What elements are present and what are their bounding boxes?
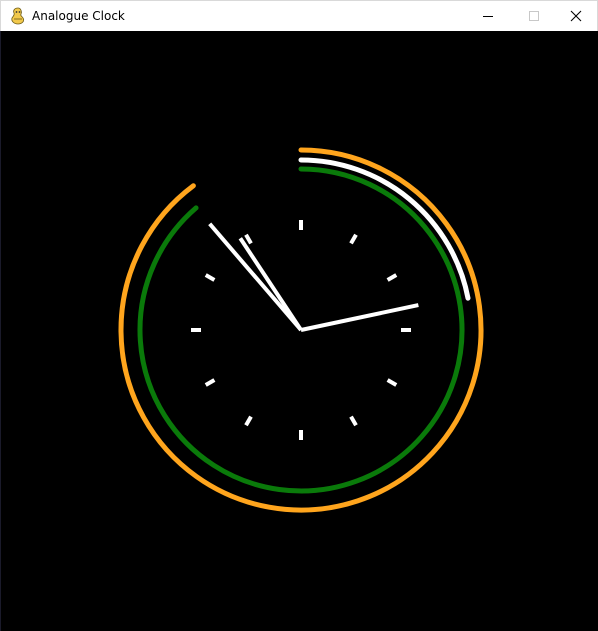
pygame-snake-icon (10, 7, 26, 25)
maximize-icon (528, 7, 540, 26)
close-icon (570, 7, 582, 26)
clock-hands (208, 222, 419, 332)
hour-tick (386, 378, 398, 387)
hour-tick (204, 378, 216, 387)
window-title: Analogue Clock (32, 9, 125, 23)
minimize-icon (482, 7, 494, 26)
minute-hand (208, 222, 303, 332)
second-progress-arc (298, 157, 471, 301)
hour-tick (349, 233, 358, 245)
minimize-button[interactable] (465, 1, 511, 31)
second-hand (300, 303, 419, 332)
hour-hand (238, 237, 303, 332)
hour-tick (244, 233, 253, 245)
maximize-button[interactable] (511, 1, 557, 31)
title-bar[interactable]: Analogue Clock (0, 0, 598, 31)
hour-tick (386, 273, 398, 282)
app-window: Analogue Clock (0, 0, 598, 631)
clock-canvas (1, 31, 598, 631)
hour-tick (349, 415, 358, 427)
hour-tick (204, 273, 216, 282)
hour-tick (244, 415, 253, 427)
clock-face (118, 147, 484, 513)
close-button[interactable] (553, 1, 598, 31)
